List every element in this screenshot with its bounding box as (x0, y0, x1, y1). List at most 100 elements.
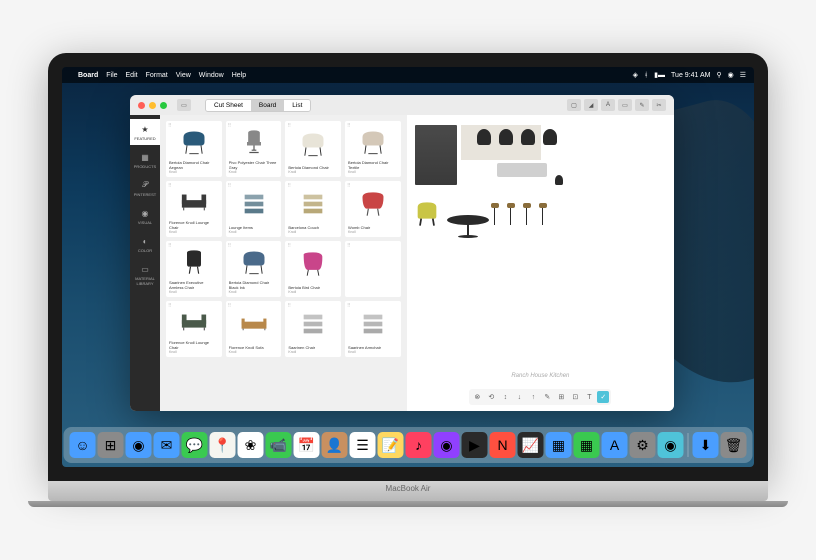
wifi-icon[interactable]: ◈ (633, 71, 638, 79)
tool-crop-icon[interactable]: ⊡ (569, 391, 581, 403)
product-card[interactable]: ⠿ Bertoia Diamond Chair Aegean Knoll (166, 121, 222, 177)
product-card[interactable]: ⠿ Barcelona Couch Knoll (285, 181, 341, 237)
tool-delete-icon[interactable]: ⊗ (471, 391, 483, 403)
sidebar-item-featured[interactable]: ★ FEATURED (130, 119, 160, 145)
drag-handle-icon[interactable]: ⠿ (347, 303, 351, 309)
dock-notes-icon[interactable]: 📝 (378, 432, 404, 458)
drag-handle-icon[interactable]: ⠿ (287, 303, 291, 309)
tool-rotate-icon[interactable]: ⟲ (485, 391, 497, 403)
tool-confirm-icon[interactable]: ✓ (597, 391, 609, 403)
drag-handle-icon[interactable]: ⠿ (347, 243, 351, 249)
image-tool-icon[interactable]: ▢ (567, 99, 581, 111)
drag-handle-icon[interactable]: ⠿ (347, 183, 351, 189)
sidebar-item-material[interactable]: ▭ MATERIAL LIBRARY (130, 259, 160, 290)
dock-facetime-icon[interactable]: 📹 (266, 432, 292, 458)
product-card[interactable]: ⠿ Saarinen Chair Knoll (285, 301, 341, 357)
battery-icon[interactable]: ▮▬ (654, 71, 665, 79)
product-card[interactable]: ⠿ Florence Knoll Lounge Chair Knoll (166, 181, 222, 237)
minimize-button[interactable] (149, 102, 156, 109)
tab-list[interactable]: List (284, 100, 310, 111)
tab-cutsheet[interactable]: Cut Sheet (206, 100, 251, 111)
bluetooth-icon[interactable]: ᚼ (644, 72, 648, 79)
notification-icon[interactable]: ☰ (740, 71, 746, 79)
product-card[interactable]: ⠿ Lounge Items Knoll (226, 181, 282, 237)
drag-handle-icon[interactable]: ⠿ (287, 123, 291, 129)
tool-text-icon[interactable]: T (583, 391, 595, 403)
text-tool-icon[interactable]: A (601, 99, 615, 111)
dock-finder-icon[interactable]: ☺ (70, 432, 96, 458)
dock-mail-icon[interactable]: ✉ (154, 432, 180, 458)
spotlight-icon[interactable]: ⚲ (716, 71, 721, 79)
clock[interactable]: Tue 9:41 AM (671, 72, 710, 79)
tool-flip-icon[interactable]: ↕ (499, 391, 511, 403)
sidebar-toggle-icon[interactable]: ▭ (177, 99, 191, 111)
dock-photos-icon[interactable]: ❀ (238, 432, 264, 458)
canvas-pendant-3[interactable] (521, 129, 535, 145)
product-card[interactable]: ⠿ Womb Chair Knoll (345, 181, 401, 237)
drag-handle-icon[interactable]: ⠿ (287, 183, 291, 189)
sidebar-item-color[interactable]: ◐ COLOR (130, 231, 160, 257)
canvas-cooktop[interactable] (497, 163, 547, 177)
annotate-tool-icon[interactable]: ▭ (618, 99, 632, 111)
dock-safari-icon[interactable]: ◉ (126, 432, 152, 458)
menu-app-name[interactable]: Board (78, 72, 98, 79)
sidebar-item-products[interactable]: ▦ PRODUCTS (130, 147, 160, 173)
dock-trash-icon[interactable]: 🗑 (721, 432, 747, 458)
drag-handle-icon[interactable]: ⠿ (168, 303, 172, 309)
canvas-stool-2[interactable] (507, 203, 515, 225)
drag-handle-icon[interactable]: ⠿ (168, 123, 172, 129)
canvas-stool-3[interactable] (523, 203, 531, 225)
dock-calendar-icon[interactable]: 📅 (294, 432, 320, 458)
canvas-table[interactable] (447, 215, 489, 225)
draw-tool-icon[interactable]: ✎ (635, 99, 649, 111)
tab-board[interactable]: Board (251, 100, 284, 111)
dock-appstore-icon[interactable]: A (602, 432, 628, 458)
tool-back-icon[interactable]: ↓ (513, 391, 525, 403)
drag-handle-icon[interactable]: ⠿ (168, 243, 172, 249)
canvas-chair-yellow[interactable] (413, 200, 435, 226)
dock-reminders-icon[interactable]: ☰ (350, 432, 376, 458)
dock-music-icon[interactable]: ♪ (406, 432, 432, 458)
board-canvas[interactable]: Ranch House Kitchen ⊗ ⟲ ↕ ↓ ↑ ✎ ⊞ ⊡ T ✓ (407, 115, 674, 411)
menu-window[interactable]: Window (199, 72, 224, 79)
menu-edit[interactable]: Edit (126, 72, 138, 79)
menu-help[interactable]: Help (232, 72, 246, 79)
dock-board-app-icon[interactable]: ◉ (658, 432, 684, 458)
product-card[interactable]: ⠿ Bertoia Diamond Chair Textile Knoll (345, 121, 401, 177)
canvas-pendant-1[interactable] (477, 129, 491, 145)
siri-icon[interactable]: ◉ (728, 71, 734, 79)
product-card[interactable]: ⠿ Bertoia Diamond Chair Knoll (285, 121, 341, 177)
tool-front-icon[interactable]: ↑ (527, 391, 539, 403)
menu-view[interactable]: View (176, 72, 191, 79)
dock-contacts-icon[interactable]: 👤 (322, 432, 348, 458)
close-button[interactable] (138, 102, 145, 109)
product-card[interactable]: ⠿ Florence Knoll Sofa Knoll (226, 301, 282, 357)
dock-keynote-icon[interactable]: ▦ (546, 432, 572, 458)
dock-messages-icon[interactable]: 💬 (182, 432, 208, 458)
sidebar-item-visual[interactable]: ◉ VISUAL (130, 203, 160, 229)
canvas-stool-1[interactable] (491, 203, 499, 225)
shape-tool-icon[interactable]: ◢ (584, 99, 598, 111)
drag-handle-icon[interactable]: ⠿ (228, 183, 232, 189)
product-card[interactable]: ⠿ Pivo Polyester Chair Three Gray Knoll (226, 121, 282, 177)
canvas-pendant-small[interactable] (555, 175, 563, 185)
product-card[interactable]: ⠿ Bertoia Diamond Chair Black Ink Knoll (226, 241, 282, 297)
dock-downloads-icon[interactable]: ⬇ (693, 432, 719, 458)
menu-file[interactable]: File (106, 72, 117, 79)
dock-numbers-icon[interactable]: ▦ (574, 432, 600, 458)
product-card[interactable]: ⠿ Florence Knoll Lounge Chair Knoll (166, 301, 222, 357)
canvas-stool-4[interactable] (539, 203, 547, 225)
tool-edit-icon[interactable]: ✎ (541, 391, 553, 403)
product-card[interactable]: ⠿ (345, 241, 401, 297)
dock-preferences-icon[interactable]: ⚙ (630, 432, 656, 458)
dock-news-icon[interactable]: N (490, 432, 516, 458)
dock-launchpad-icon[interactable]: ⊞ (98, 432, 124, 458)
dock-maps-icon[interactable]: 📍 (210, 432, 236, 458)
canvas-pendant-4[interactable] (543, 129, 557, 145)
drag-handle-icon[interactable]: ⠿ (287, 243, 291, 249)
product-card[interactable]: ⠿ Saarinen Executive Armless Chair Knoll (166, 241, 222, 297)
crop-tool-icon[interactable]: ✂ (652, 99, 666, 111)
menu-format[interactable]: Format (146, 72, 168, 79)
product-card[interactable]: ⠿ Saarinen Armchair Knoll (345, 301, 401, 357)
drag-handle-icon[interactable]: ⠿ (168, 183, 172, 189)
